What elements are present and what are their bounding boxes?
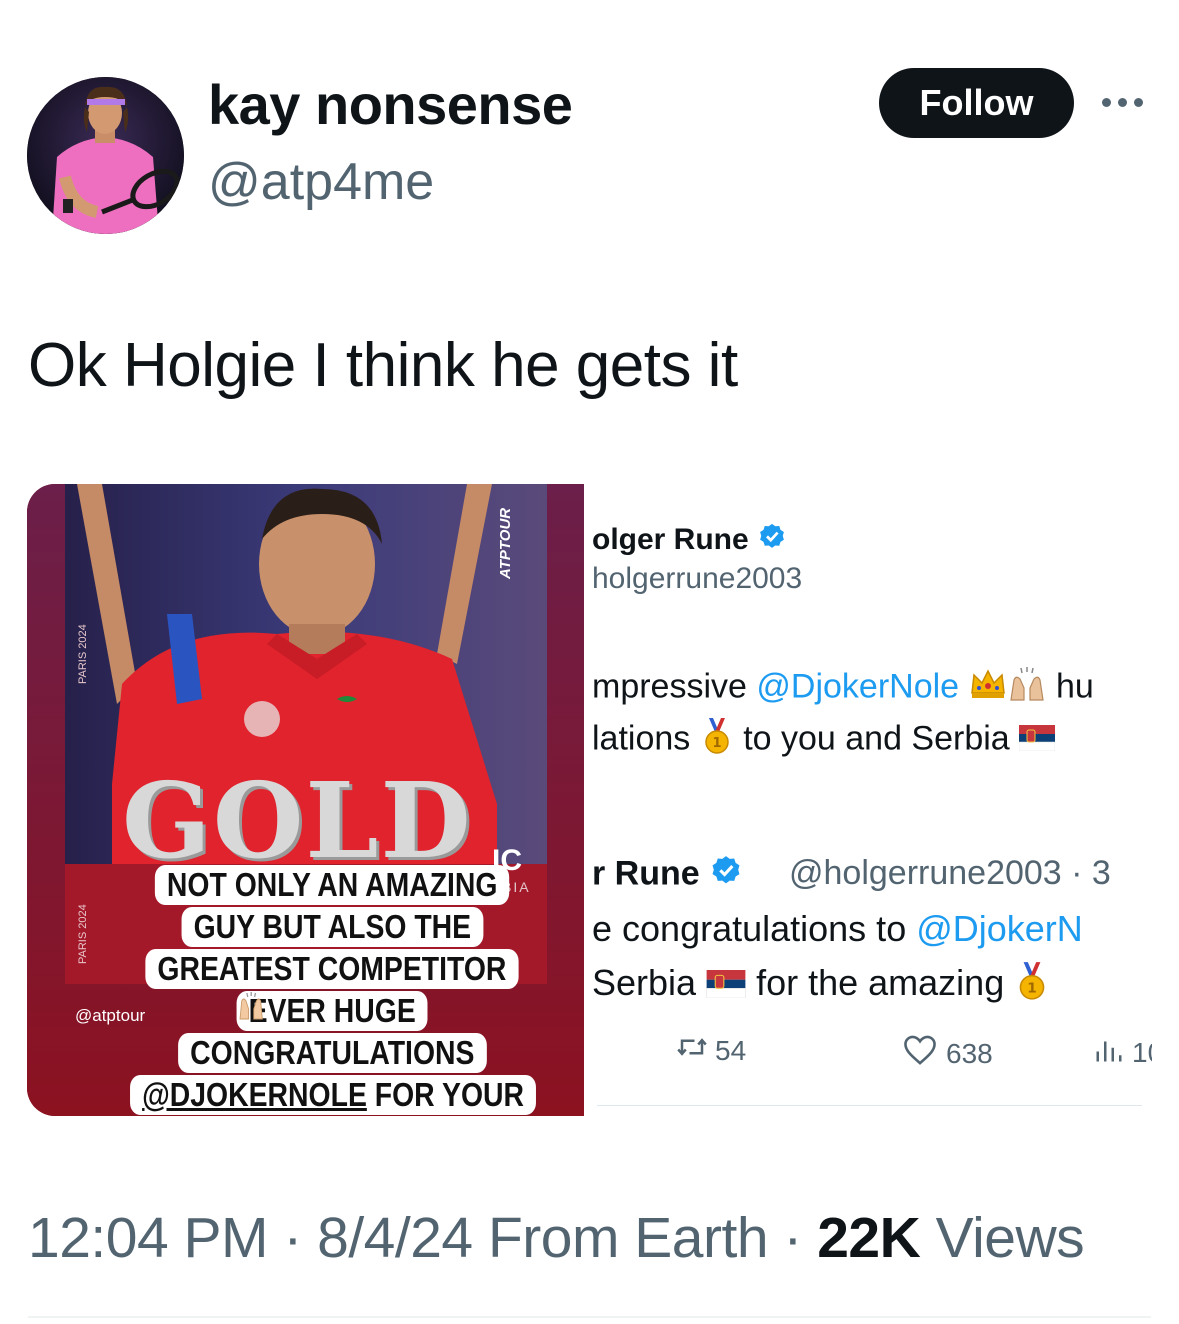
quoted-author-name: olger Rune: [592, 522, 787, 560]
quoted-author-handle: holgerrune2003: [592, 562, 803, 595]
svg-text:1: 1: [1028, 981, 1038, 997]
caption-line: GREATEST COMPETITOR: [145, 949, 519, 989]
retweet-count: 54: [715, 1034, 747, 1066]
retweet-icon: [677, 1034, 707, 1067]
verified-badge-icon: [757, 522, 787, 560]
mention-link: @DjokerN: [916, 908, 1083, 949]
heart-icon: [902, 1034, 938, 1073]
media-image-right[interactable]: olger Rune holgerrune2003 mpressive @Djo…: [584, 484, 1152, 1116]
views-label: Views: [920, 1206, 1085, 1270]
caption-line: GUY BUT ALSO THE: [181, 907, 483, 947]
gold-medal-emoji-icon: 1: [700, 716, 734, 765]
views-count: 10: [1132, 1036, 1152, 1068]
quoted-text-line: mpressive @DjokerNole hu: [592, 666, 1094, 711]
caption-word: HUGE: [333, 992, 416, 1029]
author-display-name[interactable]: kay nonsense: [208, 72, 573, 137]
gold-medal-emoji-icon: 1: [1014, 960, 1050, 1011]
quoted-name-text: olger Rune: [592, 522, 749, 556]
author-handle[interactable]: @atp4me: [208, 152, 434, 212]
like-stat: 638: [902, 1034, 993, 1073]
text-segment: Serbia: [592, 962, 697, 1004]
serbia-flag-icon: [1018, 721, 1056, 760]
tweet-date[interactable]: 8/4/24: [317, 1206, 473, 1270]
tweet-source: From Earth: [472, 1206, 769, 1270]
dot: [1102, 97, 1111, 107]
mention-link: @DjokerNole: [756, 667, 960, 706]
verified-badge-icon: [709, 854, 743, 897]
raising-hands-emoji-icon: [1007, 666, 1047, 711]
text-segment: to you and Serbia: [743, 719, 1010, 758]
like-count: 638: [946, 1037, 993, 1069]
caption-line: NOT ONLY AN AMAZING: [154, 865, 510, 905]
text-segment: e congratulations to: [592, 908, 917, 949]
caption-line: CONGRATULATIONS: [177, 1033, 487, 1073]
separator: ·: [768, 1206, 818, 1270]
text-segment: mpressive: [592, 667, 757, 706]
views-chart-icon: [1094, 1034, 1124, 1071]
views-stat: 10: [1094, 1034, 1152, 1071]
more-options-icon[interactable]: [1102, 90, 1148, 114]
author-avatar[interactable]: [27, 77, 184, 234]
quoted-text-line: lations 1 to you and Serbia: [592, 716, 1056, 765]
tweet-header: kay nonsense @atp4me Follow: [0, 0, 1179, 260]
dot: [1134, 97, 1143, 107]
serbia-flag-icon: [706, 965, 746, 1007]
divider: [28, 1316, 1151, 1318]
caption-word: FOR YOUR: [374, 1076, 525, 1113]
tweet-meta: 12:04 PM · 8/4/24 From Earth · 22K Views: [28, 1205, 1085, 1271]
divider: [597, 1105, 1142, 1106]
quoted-text-line: Serbia for the amazing 1: [592, 960, 1050, 1011]
retweet-stat: 54: [677, 1034, 746, 1067]
story-caption: NOT ONLY AN AMAZING GUY BUT ALSO THE GRE…: [97, 864, 567, 1116]
caption-mention: @DJOKERNOLE: [142, 1076, 367, 1113]
paris-2024-tag: PARIS 2024: [77, 624, 89, 684]
dot: [1118, 97, 1127, 107]
quoted-author-handle: @holgerrune2003 · 3: [789, 854, 1111, 892]
avatar-image: [27, 77, 184, 234]
crown-emoji-icon: [969, 667, 1007, 710]
views-count[interactable]: 22K: [817, 1206, 921, 1270]
svg-text:1: 1: [712, 736, 721, 751]
tweet-text: Ok Holgie I think he gets it: [28, 331, 738, 400]
tweet-time[interactable]: 12:04 PM: [28, 1206, 268, 1270]
text-segment: lations: [592, 719, 691, 758]
follow-button[interactable]: Follow: [879, 68, 1074, 138]
paris-2024-tag: PARIS 2024: [77, 904, 89, 964]
caption-line: EVER HUGE: [236, 991, 428, 1031]
separator: ·: [267, 1206, 318, 1270]
text-segment: for the amazing: [756, 962, 1005, 1004]
quoted-text-line: e congratulations to @DjokerN: [592, 908, 1083, 950]
tweet-media[interactable]: GOLD ATPTOUR PARIS 2024 PARIS 2024 IC BI…: [27, 484, 1152, 1116]
caption-line: @DJOKERNOLE FOR YOUR: [130, 1075, 537, 1115]
atp-tour-logo: ATPTOUR: [497, 507, 514, 579]
text-segment: hu: [1055, 667, 1094, 706]
quoted-name-text: r Rune: [592, 854, 700, 893]
media-image-left[interactable]: GOLD ATPTOUR PARIS 2024 PARIS 2024 IC BI…: [27, 484, 584, 1116]
quoted-author-name: r Rune: [592, 854, 743, 897]
